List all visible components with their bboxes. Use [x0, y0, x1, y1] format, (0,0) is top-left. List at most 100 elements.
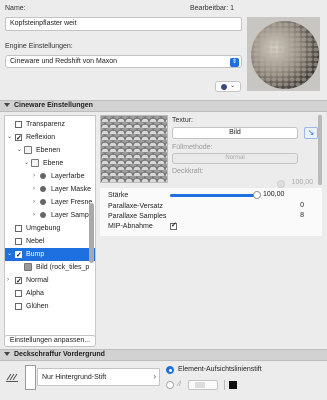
channel-tree[interactable]: Transparenz ⌄ Reflexion ⌄ Ebenen ⌄ Ebene… [4, 115, 96, 341]
mip-falloff-label: MIP-Abnahme [108, 223, 153, 230]
details-scrollbar[interactable] [318, 115, 323, 340]
chevron-right-icon[interactable]: › [33, 196, 35, 209]
tree-item-fog[interactable]: Nebel [5, 235, 95, 248]
background-pen-select[interactable]: Nur Hintergrund-Stift › [37, 368, 160, 386]
checkbox[interactable] [15, 121, 22, 128]
node-dot-icon [40, 186, 46, 192]
tree-item-label: Bump [26, 251, 45, 258]
tree-item-label: Layer Maske [51, 186, 92, 193]
parallax-samples-value[interactable]: 8 [290, 212, 304, 219]
checkbox[interactable] [15, 132, 22, 144]
section-hatch-header[interactable]: Deckschraffur Vordergrund [0, 349, 327, 361]
tree-item-glow[interactable]: Glühen [5, 300, 95, 313]
fill-mode-label: Füllmethode: [172, 144, 213, 151]
engine-select[interactable]: Cineware und Redshift von Maxon ⇕ [5, 55, 242, 68]
layer-icon [31, 159, 39, 167]
tree-item-layer-mask[interactable]: › Layer Maske [5, 183, 95, 196]
pen-color-swatch[interactable] [25, 365, 36, 390]
tree-scroll-thumb[interactable] [89, 203, 94, 263]
tree-scrollbar[interactable] [89, 118, 94, 318]
check-icon: ✓ [171, 222, 177, 229]
pen-selector-button[interactable] [188, 380, 218, 390]
tree-item-alpha[interactable]: Alpha [5, 287, 95, 300]
checkbox[interactable] [15, 238, 22, 245]
disclosure-triangle-icon [4, 103, 10, 108]
chevron-down-icon[interactable]: ⌄ [24, 157, 29, 170]
element-pen-label: Element-Aufsichtslinienstift [178, 366, 262, 373]
chevron-right-icon[interactable]: › [7, 274, 9, 287]
tree-item-environment[interactable]: Umgebung [5, 222, 95, 235]
opacity-label: Deckkraft: [172, 168, 204, 175]
material-preview [247, 17, 320, 91]
disclosure-triangle-icon [4, 352, 10, 357]
tree-item-label: Glühen [26, 303, 49, 310]
mip-falloff-row: MIP-Abnahme [108, 222, 306, 231]
tree-item-layer[interactable]: ⌄ Ebene [5, 157, 95, 170]
fill-mode-select[interactable]: Normal [172, 153, 298, 164]
section-cineware-header[interactable]: Cineware Einstellungen [0, 100, 327, 112]
mip-falloff-checkbox[interactable]: ✓ [170, 222, 177, 230]
pen-color-icon[interactable] [229, 381, 237, 389]
chevron-right-icon[interactable]: › [33, 209, 35, 222]
tree-item-label: Transparenz [26, 121, 66, 128]
tree-item-layer-color[interactable]: › Layerfarbe [5, 170, 95, 183]
details-scroll-thumb[interactable] [318, 115, 322, 185]
node-dot-icon [40, 212, 46, 218]
tree-item-reflection[interactable]: ⌄ Reflexion [5, 131, 95, 144]
chevron-down-icon: ⌄ [230, 83, 236, 89]
tree-item-label: Ebene [43, 160, 64, 167]
material-name-input[interactable]: Kopfsteinpflaster weit [5, 17, 242, 31]
engine-label: Engine Einstellungen: [5, 43, 73, 50]
strength-slider[interactable] [170, 191, 261, 199]
checkbox[interactable] [15, 249, 22, 261]
tree-item-bump-image[interactable]: Bild (rock_tiles_p [5, 261, 95, 274]
chevron-down-icon[interactable]: ⌄ [7, 131, 12, 144]
tree-item-label: Alpha [26, 290, 44, 297]
checkbox[interactable] [15, 290, 22, 297]
node-dot-icon [40, 173, 46, 179]
tree-item-transparency[interactable]: Transparenz [5, 118, 95, 131]
tree-item-layer-sampling[interactable]: › Layer Sampl [5, 209, 95, 222]
parallax-samples-label: Parallaxe Samples [108, 213, 167, 220]
tree-item-normal[interactable]: › Normal [5, 274, 95, 287]
texture-image-button[interactable]: Bild [172, 127, 298, 139]
tree-item-layer-fresnel[interactable]: › Layer Fresne [5, 196, 95, 209]
parallax-offset-value[interactable]: 0 [290, 202, 304, 209]
texture-link-icon[interactable]: ↘ [304, 127, 318, 139]
custom-pen-radio[interactable] [166, 381, 174, 389]
customize-settings-button[interactable]: Einstellungen anpassen... [4, 335, 96, 347]
name-label: Name: [5, 5, 26, 12]
opacity-slider-knob[interactable] [277, 180, 285, 188]
preview-options-button[interactable]: ⌄ [215, 81, 241, 92]
tree-item-label: Ebenen [36, 147, 61, 154]
parallax-offset-label: Parallaxe-Versatz [108, 203, 163, 210]
tree-item-layers[interactable]: ⌄ Ebenen [5, 144, 95, 157]
pen-divider [224, 380, 225, 390]
texture-thumbnail[interactable] [100, 115, 168, 183]
chevron-updown-icon: ⇕ [230, 58, 239, 67]
checkbox[interactable] [15, 275, 22, 287]
tree-item-bump[interactable]: ⌄ Bump [5, 248, 95, 261]
node-dot-icon [40, 199, 46, 205]
chevron-right-icon: › [153, 372, 156, 381]
tree-item-label: Layer Fresne [51, 199, 93, 206]
chevron-right-icon[interactable]: › [33, 183, 35, 196]
checkbox[interactable] [15, 303, 22, 310]
background-pen-value: Nur Hintergrund-Stift [42, 374, 107, 381]
opacity-value[interactable]: 100,00 [287, 178, 313, 187]
texture-label: Textur: [172, 117, 194, 124]
chevron-down-icon[interactable]: ⌄ [7, 248, 12, 261]
strength-label: Stärke [108, 192, 129, 199]
strength-slider-knob[interactable] [253, 191, 261, 199]
tree-item-label: Normal [26, 277, 49, 284]
strength-value[interactable]: 100,00 [263, 191, 284, 198]
pen-number-field [195, 382, 205, 388]
parallax-offset-row: Parallaxe-Versatz [108, 202, 306, 211]
tree-item-label: Bild (rock_tiles_p [36, 264, 90, 271]
chevron-right-icon[interactable]: › [33, 170, 35, 183]
tree-item-label: Nebel [26, 238, 45, 245]
chevron-down-icon[interactable]: ⌄ [17, 144, 22, 157]
checkbox[interactable] [15, 225, 22, 232]
element-pen-radio[interactable] [166, 366, 174, 374]
hatch-brush-icon [6, 373, 18, 382]
